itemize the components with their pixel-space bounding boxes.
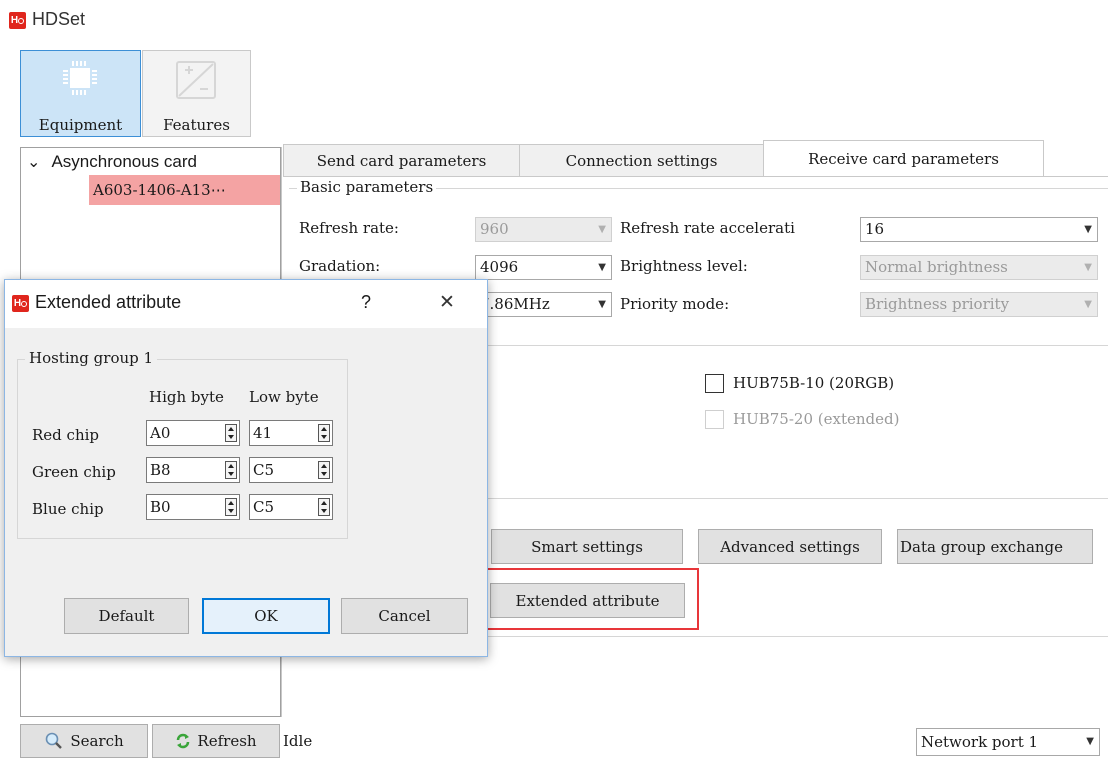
- blue-chip-label: Blue chip: [32, 500, 104, 518]
- hub75b-label: HUB75B-10 (20RGB): [733, 374, 895, 392]
- smart-settings-button[interactable]: Smart settings: [491, 529, 683, 564]
- spin-arrows-icon[interactable]: [318, 424, 330, 442]
- features-label: Features: [163, 116, 230, 134]
- high-byte-header: High byte: [149, 388, 224, 406]
- red-high-spinbox[interactable]: A0: [146, 420, 240, 446]
- dropdown-arrow-icon: ▼: [1084, 224, 1092, 235]
- spin-arrows-icon[interactable]: [318, 461, 330, 479]
- search-label: Search: [70, 732, 124, 750]
- green-chip-label: Green chip: [32, 463, 116, 481]
- tree-root-label: Asynchronous card: [51, 152, 197, 171]
- brightness-level-select[interactable]: Normal brightness ▼: [860, 255, 1098, 280]
- chevron-down-icon[interactable]: ⌄: [27, 152, 41, 172]
- help-button[interactable]: ?: [361, 292, 371, 313]
- tree-child-item[interactable]: A603-1406-A13⋯: [89, 175, 280, 205]
- blue-low-spinbox[interactable]: C5: [249, 494, 333, 520]
- priority-mode-select[interactable]: Brightness priority ▼: [860, 292, 1098, 317]
- tab-send-card[interactable]: Send card parameters: [283, 144, 520, 177]
- refresh-icon: [177, 733, 190, 749]
- advanced-settings-button[interactable]: Advanced settings: [698, 529, 882, 564]
- dropdown-arrow-icon: ▼: [1084, 262, 1092, 273]
- spin-arrows-icon[interactable]: [225, 498, 237, 516]
- spin-arrows-icon[interactable]: [318, 498, 330, 516]
- data-group-exchange-button[interactable]: Data group exchange: [897, 529, 1093, 564]
- extended-attribute-dialog: H Extended attribute ? ✕ Hosting group 1…: [4, 279, 488, 657]
- refresh-accel-select[interactable]: 16 ▼: [860, 217, 1098, 242]
- dialog-title: Extended attribute: [35, 292, 182, 312]
- brightness-level-label: Brightness level:: [620, 257, 748, 275]
- green-high-spinbox[interactable]: B8: [146, 457, 240, 483]
- ok-button[interactable]: OK: [202, 598, 330, 634]
- blue-high-spinbox[interactable]: B0: [146, 494, 240, 520]
- highlight-box: [481, 568, 699, 630]
- hosting-group-title: Hosting group 1: [25, 349, 158, 367]
- priority-mode-label: Priority mode:: [620, 295, 730, 313]
- dropdown-arrow-icon: ▼: [598, 224, 606, 235]
- tab-receive-card[interactable]: Receive card parameters: [763, 140, 1044, 177]
- hub75b-checkbox[interactable]: [705, 374, 724, 393]
- low-byte-header: Low byte: [249, 388, 319, 406]
- dropdown-arrow-icon: ▼: [1086, 736, 1094, 747]
- green-low-spinbox[interactable]: C5: [249, 457, 333, 483]
- equipment-label: Equipment: [38, 116, 123, 134]
- clock-select[interactable]: 7.86MHz ▼: [475, 292, 612, 317]
- tab-connection-settings[interactable]: Connection settings: [519, 144, 764, 177]
- default-button[interactable]: Default: [64, 598, 189, 634]
- features-icon: [176, 61, 216, 99]
- hub75-20-label: HUB75-20 (extended): [733, 410, 900, 428]
- network-port-select[interactable]: Network port 1 ▼: [916, 728, 1100, 756]
- red-chip-label: Red chip: [32, 426, 100, 444]
- close-icon[interactable]: ✕: [439, 291, 455, 314]
- basic-group-title: Basic parameters: [297, 178, 437, 196]
- search-icon: [46, 732, 63, 749]
- tree-root-item[interactable]: ⌄ Asynchronous card: [27, 152, 197, 172]
- spin-arrows-icon[interactable]: [225, 461, 237, 479]
- refresh-button[interactable]: Refresh: [152, 724, 280, 758]
- tab-divider: [283, 176, 1108, 177]
- dropdown-arrow-icon: ▼: [598, 262, 606, 273]
- refresh-accel-label: Refresh rate accelerati: [620, 219, 795, 237]
- app-logo-icon: H: [9, 12, 26, 29]
- chip-icon: [63, 61, 97, 95]
- status-text: Idle: [283, 732, 313, 750]
- hub75-20-checkbox[interactable]: [705, 410, 724, 429]
- dropdown-arrow-icon: ▼: [1084, 299, 1092, 310]
- dialog-logo-icon: H: [12, 295, 29, 312]
- equipment-button[interactable]: Equipment: [20, 50, 141, 137]
- spin-arrows-icon[interactable]: [225, 424, 237, 442]
- dialog-titlebar[interactable]: H Extended attribute ? ✕: [5, 280, 487, 328]
- features-button[interactable]: Features: [142, 50, 251, 137]
- refresh-rate-label: Refresh rate:: [299, 219, 399, 237]
- refresh-label: Refresh: [197, 732, 257, 750]
- gradation-select[interactable]: 4096 ▼: [475, 255, 612, 280]
- refresh-rate-select[interactable]: 960 ▼: [475, 217, 612, 242]
- cancel-button[interactable]: Cancel: [341, 598, 468, 634]
- app-title: HDSet: [32, 9, 86, 29]
- red-low-spinbox[interactable]: 41: [249, 420, 333, 446]
- search-button[interactable]: Search: [20, 724, 148, 758]
- dropdown-arrow-icon: ▼: [598, 299, 606, 310]
- gradation-label: Gradation:: [299, 257, 381, 275]
